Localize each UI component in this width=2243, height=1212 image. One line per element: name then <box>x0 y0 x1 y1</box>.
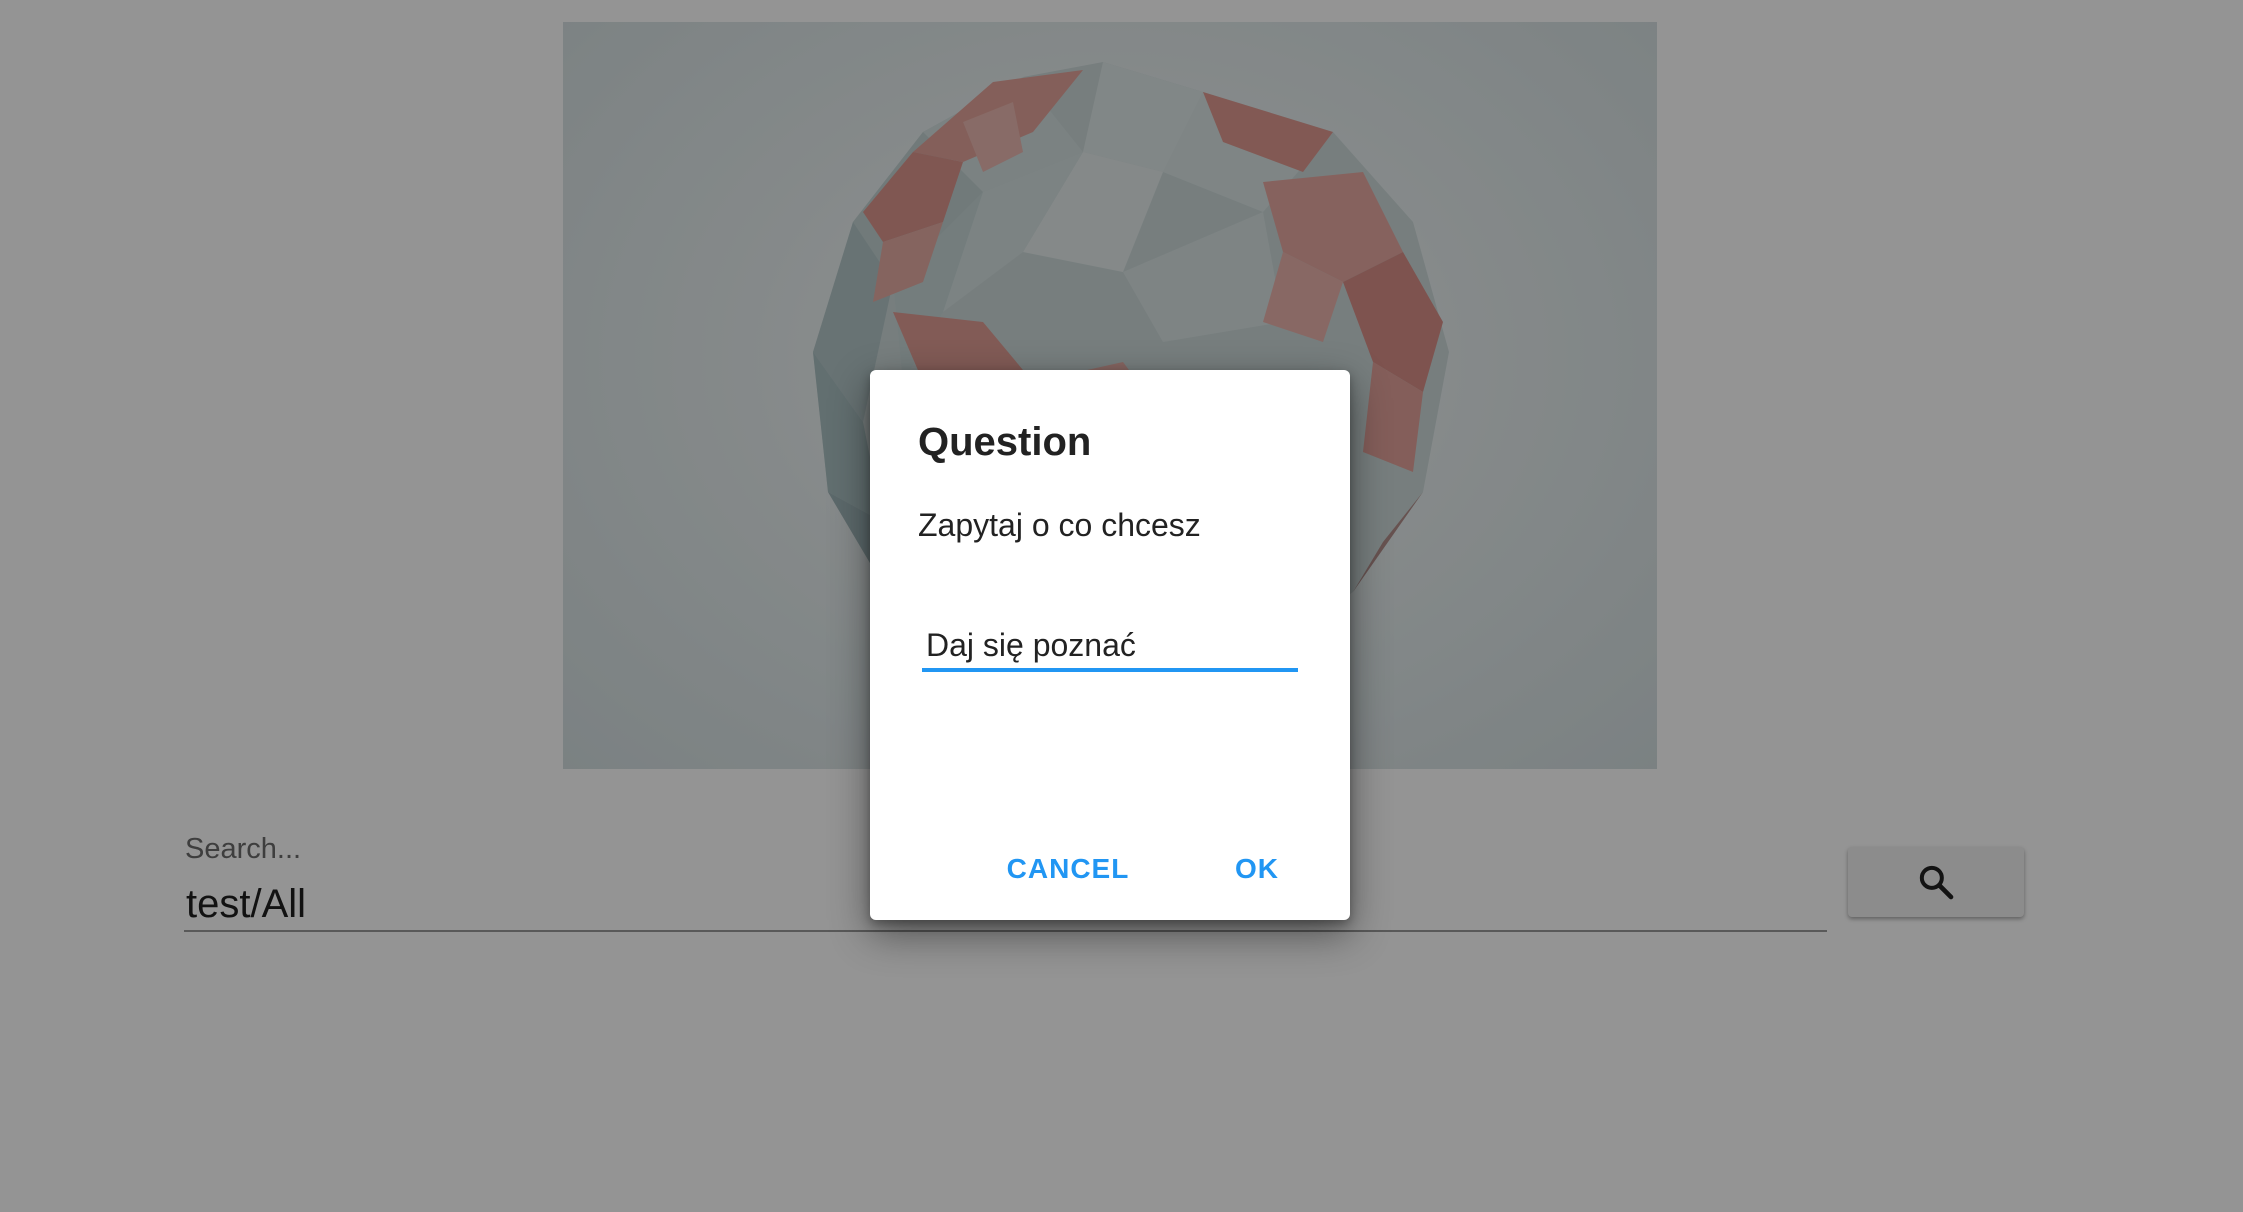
page: Search... test/All Question Zapytaj o co… <box>0 0 2243 1212</box>
cancel-button[interactable]: CANCEL <box>990 844 1146 894</box>
dialog-title: Question <box>918 420 1092 464</box>
ok-button[interactable]: OK <box>1212 844 1302 894</box>
question-dialog: Question Zapytaj o co chcesz CANCEL OK <box>870 370 1350 920</box>
question-input[interactable] <box>922 622 1298 672</box>
dialog-message: Zapytaj o co chcesz <box>918 507 1201 543</box>
